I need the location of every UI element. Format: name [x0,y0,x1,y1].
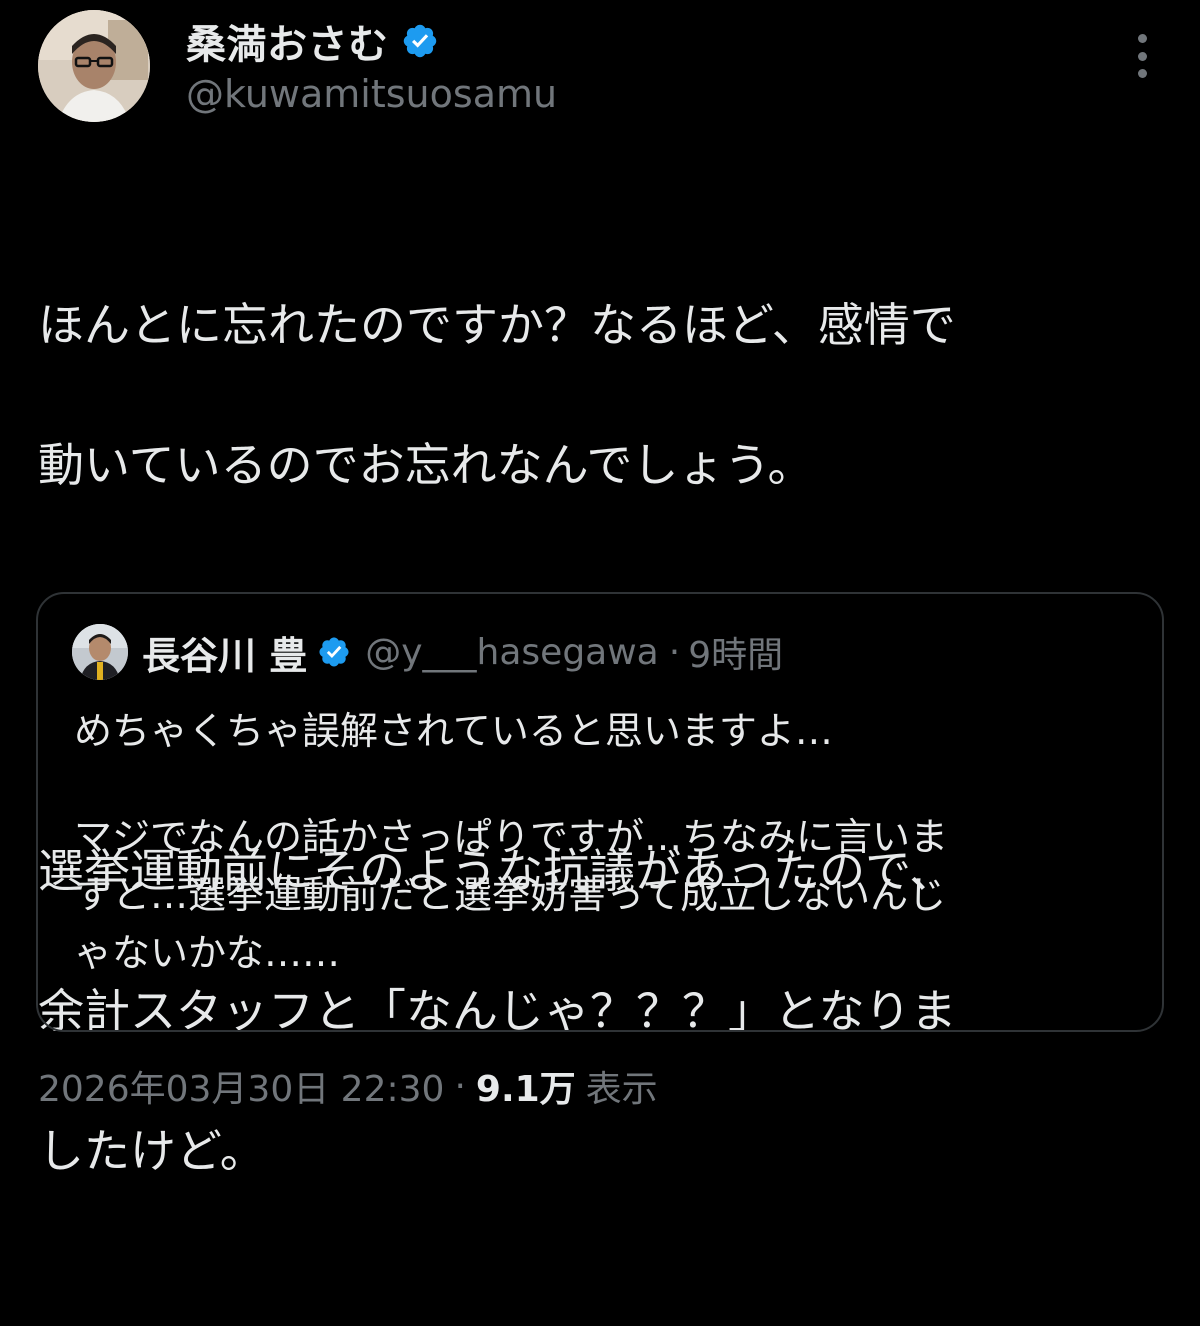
quote-paragraph: めちゃくちゃ誤解されていると思いますよ… [74,702,1134,760]
tweet-timestamp[interactable]: 2026年03月30日 22:30 [38,1060,444,1112]
views-label: 表示 [585,1069,658,1110]
views-count[interactable]: 9.1万 [476,1060,576,1112]
quoted-tweet-header: 長谷川 豊 @y___hasegawa · 9時間 [72,624,783,680]
quoted-tweet-text: めちゃくちゃ誤解されていると思いますよ… マジでなんの話かさっぱりですが…ちなみ… [74,702,1134,982]
quoted-author-handle[interactable]: @y___hasegawa [365,632,659,673]
quote-paragraph: マジでなんの話かさっぱりですが…ちなみに言いま すと…選挙運動前だと選挙妨害って… [74,808,1134,982]
verified-badge-icon [317,635,351,669]
tweet-line: ほんとに忘れたのですか？なるほど、感情で [38,298,956,352]
more-options-button[interactable] [1124,34,1160,78]
author-display-name[interactable]: 桑満おさむ [186,12,389,70]
meta-separator: · [454,1065,466,1107]
quoted-author-avatar[interactable] [72,624,128,680]
tweet-line: したけど。 [38,1124,266,1178]
verified-badge-icon [401,22,439,60]
quoted-author-display-name[interactable]: 長谷川 豊 [142,625,307,680]
quote-line: ゃないかな…… [74,931,341,975]
quoted-meta-separator: · [668,631,681,673]
author-avatar[interactable] [38,10,150,122]
author-handle[interactable]: @kuwamitsuosamu [186,72,557,116]
tweet-detail: 桑満おさむ @kuwamitsuosamu ほんとに忘れたのですか？なるほど、感… [0,0,1200,1178]
quote-line: マジでなんの話かさっぱりですが…ちなみに言いま [74,815,949,859]
quote-line: すと…選挙運動前だと選挙妨害って成立しないんじ [74,873,947,917]
tweet-meta: 2026年03月30日 22:30 · 9.1万 表示 [38,1058,658,1114]
author-name-row[interactable]: 桑満おさむ [186,14,439,68]
quoted-tweet-card[interactable]: 長谷川 豊 @y___hasegawa · 9時間 めちゃくちゃ誤解されていると… [36,592,1164,1032]
tweet-paragraph: ほんとに忘れたのですか？なるほど、感情で 動いているのでお忘れなんでしょう。 [38,220,1168,570]
quote-line: めちゃくちゃ誤解されていると思いますよ… [74,709,833,753]
quoted-tweet-time[interactable]: 9時間 [688,626,783,678]
tweet-line: 動いているのでお忘れなんでしょう。 [38,438,814,492]
more-dots-icon [1137,34,1147,43]
